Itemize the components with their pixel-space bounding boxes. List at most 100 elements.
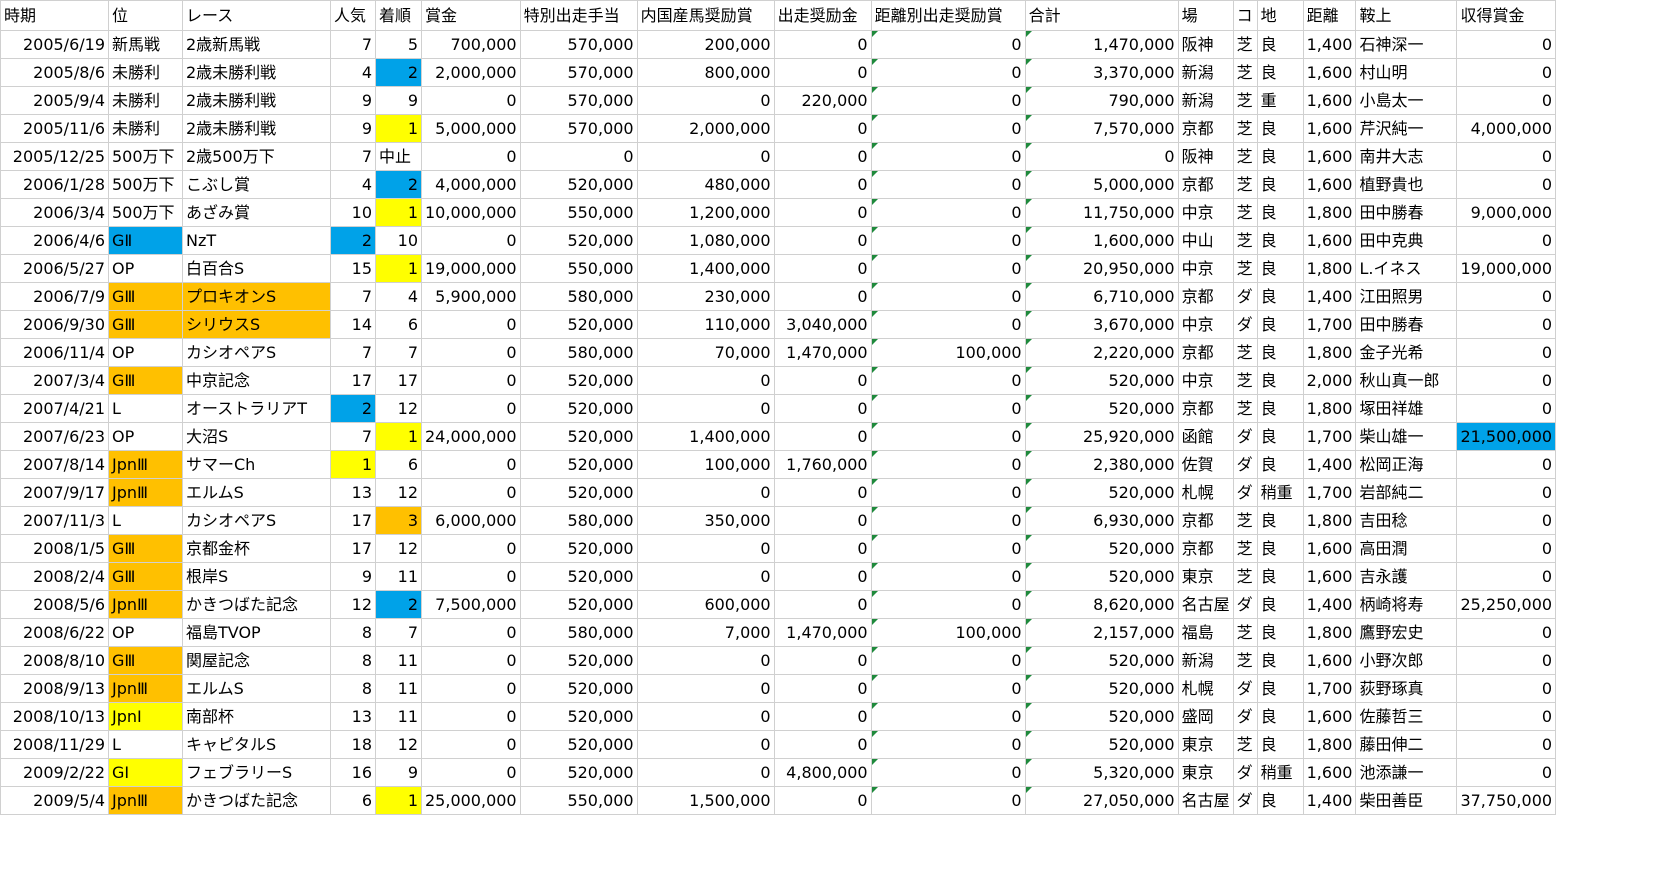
- cell-distance-award[interactable]: 0: [870, 282, 1026, 311]
- cell-course[interactable]: 芝: [1232, 142, 1258, 171]
- cell-earned-prize[interactable]: 21,500,000: [1456, 422, 1557, 451]
- cell-placing[interactable]: 2: [375, 58, 422, 87]
- cell-venue[interactable]: 新潟: [1177, 86, 1234, 115]
- cell-total[interactable]: 790,000: [1024, 86, 1179, 115]
- cell-distance[interactable]: 1,800: [1302, 338, 1357, 367]
- cell-date[interactable]: 2006/1/28: [0, 170, 109, 199]
- cell-ground[interactable]: 良: [1256, 786, 1304, 815]
- cell-venue[interactable]: 札幌: [1177, 478, 1234, 507]
- cell-prize[interactable]: 24,000,000: [421, 422, 521, 451]
- cell-course[interactable]: ダ: [1232, 758, 1258, 787]
- cell-domestic-award[interactable]: 1,400,000: [636, 254, 775, 283]
- cell-prize[interactable]: 0: [421, 646, 521, 675]
- cell-date[interactable]: 2008/5/6: [0, 590, 109, 619]
- cell-race[interactable]: こぶし賞: [182, 170, 331, 199]
- cell-distance[interactable]: 1,600: [1302, 142, 1357, 171]
- cell-earned-prize[interactable]: 0: [1456, 338, 1557, 367]
- cell-start-incentive[interactable]: 220,000: [773, 86, 872, 115]
- cell-jockey[interactable]: 塚田祥雄: [1355, 394, 1458, 423]
- cell-prize[interactable]: 0: [421, 562, 521, 591]
- cell-race[interactable]: フェブラリーS: [182, 758, 331, 787]
- cell-domestic-award[interactable]: 230,000: [636, 282, 775, 311]
- cell-popularity[interactable]: 9: [330, 86, 376, 115]
- cell-jockey[interactable]: 柴田善臣: [1355, 786, 1458, 815]
- cell-domestic-award[interactable]: 0: [636, 674, 775, 703]
- cell-start-incentive[interactable]: 0: [773, 534, 872, 563]
- cell-grade[interactable]: L: [108, 506, 183, 535]
- cell-distance[interactable]: 1,600: [1302, 562, 1357, 591]
- cell-course[interactable]: ダ: [1232, 674, 1258, 703]
- cell-course[interactable]: 芝: [1232, 198, 1258, 227]
- cell-special-allowance[interactable]: 580,000: [519, 282, 638, 311]
- cell-placing[interactable]: 11: [375, 674, 422, 703]
- cell-prize[interactable]: 7,500,000: [421, 590, 521, 619]
- cell-distance-award[interactable]: 0: [870, 86, 1026, 115]
- cell-placing[interactable]: 1: [375, 198, 422, 227]
- cell-special-allowance[interactable]: 520,000: [519, 310, 638, 339]
- cell-total[interactable]: 20,950,000: [1024, 254, 1179, 283]
- cell-date[interactable]: 2008/10/13: [0, 702, 109, 731]
- cell-placing[interactable]: 2: [375, 170, 422, 199]
- cell-date[interactable]: 2008/11/29: [0, 730, 109, 759]
- cell-special-allowance[interactable]: 580,000: [519, 506, 638, 535]
- cell-placing[interactable]: 6: [375, 310, 422, 339]
- cell-earned-prize[interactable]: 0: [1456, 58, 1557, 87]
- cell-start-incentive[interactable]: 3,040,000: [773, 310, 872, 339]
- cell-domestic-award[interactable]: 0: [636, 394, 775, 423]
- cell-grade[interactable]: JpnⅢ: [108, 478, 183, 507]
- cell-prize[interactable]: 0: [421, 702, 521, 731]
- cell-course[interactable]: 芝: [1232, 394, 1258, 423]
- cell-special-allowance[interactable]: 520,000: [519, 226, 638, 255]
- cell-course[interactable]: 芝: [1232, 506, 1258, 535]
- cell-grade[interactable]: JpnⅢ: [108, 786, 183, 815]
- cell-distance[interactable]: 1,600: [1302, 702, 1357, 731]
- cell-total[interactable]: 520,000: [1024, 534, 1179, 563]
- cell-total[interactable]: 3,670,000: [1024, 310, 1179, 339]
- cell-start-incentive[interactable]: 0: [773, 506, 872, 535]
- cell-course[interactable]: ダ: [1232, 422, 1258, 451]
- cell-domestic-award[interactable]: 0: [636, 86, 775, 115]
- cell-prize[interactable]: 0: [421, 618, 521, 647]
- cell-distance[interactable]: 1,600: [1302, 646, 1357, 675]
- cell-start-incentive[interactable]: 0: [773, 730, 872, 759]
- cell-course[interactable]: ダ: [1232, 450, 1258, 479]
- cell-ground[interactable]: 良: [1256, 618, 1304, 647]
- cell-race[interactable]: 中京記念: [182, 366, 331, 395]
- cell-distance-award[interactable]: 0: [870, 506, 1026, 535]
- cell-ground[interactable]: 稍重: [1256, 758, 1304, 787]
- cell-date[interactable]: 2008/2/4: [0, 562, 109, 591]
- cell-placing[interactable]: 9: [375, 86, 422, 115]
- cell-race[interactable]: キャピタルS: [182, 730, 331, 759]
- cell-start-incentive[interactable]: 4,800,000: [773, 758, 872, 787]
- cell-special-allowance[interactable]: 520,000: [519, 170, 638, 199]
- cell-ground[interactable]: 重: [1256, 86, 1304, 115]
- cell-special-allowance[interactable]: 520,000: [519, 394, 638, 423]
- cell-grade[interactable]: GⅢ: [108, 366, 183, 395]
- cell-venue[interactable]: 中京: [1177, 198, 1234, 227]
- header-ground[interactable]: 地: [1256, 0, 1304, 31]
- cell-grade[interactable]: GⅢ: [108, 310, 183, 339]
- cell-total[interactable]: 1,470,000: [1024, 30, 1179, 59]
- cell-jockey[interactable]: 金子光希: [1355, 338, 1458, 367]
- cell-earned-prize[interactable]: 37,750,000: [1456, 786, 1557, 815]
- cell-race[interactable]: 2歳500万下: [182, 142, 331, 171]
- cell-jockey[interactable]: 鷹野宏史: [1355, 618, 1458, 647]
- cell-total[interactable]: 1,600,000: [1024, 226, 1179, 255]
- header-total[interactable]: 合計: [1024, 0, 1179, 31]
- cell-popularity[interactable]: 13: [330, 702, 376, 731]
- cell-race[interactable]: 京都金杯: [182, 534, 331, 563]
- cell-domestic-award[interactable]: 1,080,000: [636, 226, 775, 255]
- cell-popularity[interactable]: 2: [330, 226, 376, 255]
- cell-grade[interactable]: OP: [108, 422, 183, 451]
- cell-earned-prize[interactable]: 0: [1456, 450, 1557, 479]
- cell-total[interactable]: 6,710,000: [1024, 282, 1179, 311]
- cell-jockey[interactable]: 柄崎将寿: [1355, 590, 1458, 619]
- cell-distance[interactable]: 1,400: [1302, 786, 1357, 815]
- cell-earned-prize[interactable]: 0: [1456, 702, 1557, 731]
- cell-earned-prize[interactable]: 0: [1456, 674, 1557, 703]
- cell-total[interactable]: 3,370,000: [1024, 58, 1179, 87]
- cell-race[interactable]: 2歳新馬戦: [182, 30, 331, 59]
- cell-prize[interactable]: 0: [421, 366, 521, 395]
- cell-distance-award[interactable]: 0: [870, 170, 1026, 199]
- cell-prize[interactable]: 0: [421, 394, 521, 423]
